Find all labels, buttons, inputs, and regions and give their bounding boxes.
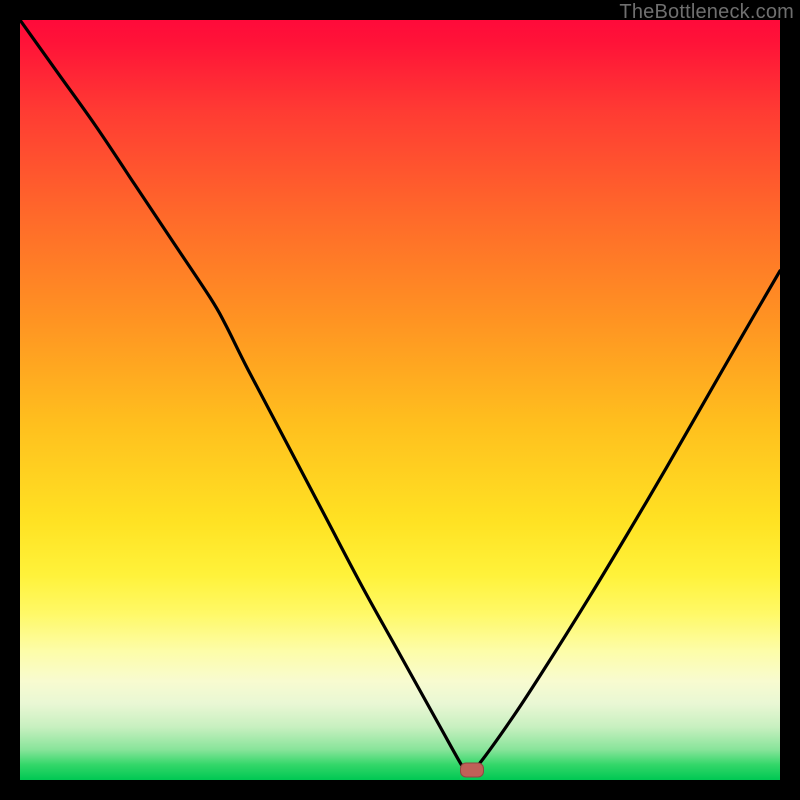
- chart-frame: TheBottleneck.com: [0, 0, 800, 800]
- curve-path: [20, 20, 780, 774]
- bottleneck-curve: [20, 20, 780, 780]
- optimal-point-marker: [460, 763, 484, 778]
- plot-area: [20, 20, 780, 780]
